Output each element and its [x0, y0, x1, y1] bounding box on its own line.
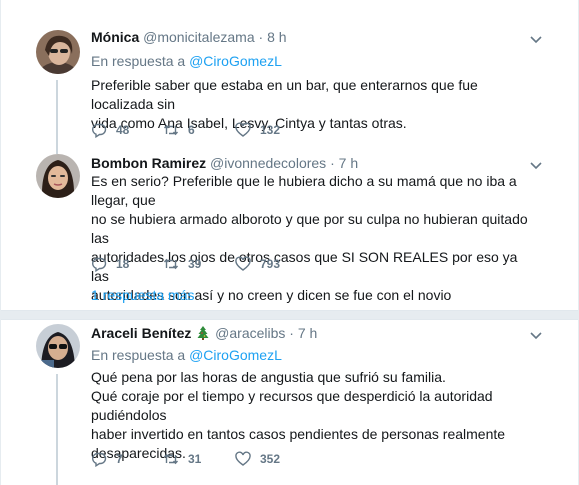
like-button[interactable]: 132	[235, 122, 307, 138]
tweet-actions: 48 6 132	[91, 120, 307, 140]
reply-prefix: En respuesta a	[91, 347, 186, 363]
timestamp[interactable]: 8 h	[267, 29, 286, 45]
like-button[interactable]: 352	[235, 451, 307, 467]
separator-dot: ·	[289, 325, 294, 341]
chevron-down-icon[interactable]	[530, 332, 542, 340]
thread-line	[56, 80, 58, 150]
like-count: 793	[260, 257, 281, 271]
timestamp[interactable]: 7 h	[298, 325, 317, 341]
christmas-tree-icon	[197, 326, 209, 340]
retweet-button[interactable]: 6	[163, 122, 235, 138]
thread-line	[56, 374, 58, 485]
retweet-icon	[163, 124, 179, 136]
tweet-line: Qué coraje por el tiempo y recursos que …	[91, 388, 493, 423]
tweet-line: Qué pena por las horas de angustia que s…	[91, 369, 446, 385]
chevron-down-icon[interactable]	[530, 36, 542, 44]
reply-button[interactable]: 48	[91, 122, 163, 138]
reply-button[interactable]: 7	[91, 451, 163, 467]
reply-count: 48	[116, 123, 130, 137]
separator-dot: ·	[258, 29, 264, 45]
reply-icon	[92, 452, 107, 467]
tweet-header: Bombon Ramirez @ivonnedecolores · 7 h	[91, 154, 358, 172]
like-icon	[235, 451, 251, 466]
reply-count: 7	[116, 452, 123, 466]
tweet-actions: 7 31 352	[91, 449, 307, 469]
conversation-divider	[1, 310, 578, 320]
retweet-icon	[163, 453, 179, 465]
reply-to-link[interactable]: @CiroGomezL	[189, 347, 282, 363]
tweet-line: Preferible saber que estaba en un bar, q…	[91, 77, 478, 112]
display-name[interactable]: Bombon Ramirez	[91, 155, 206, 171]
avatar[interactable]	[36, 154, 80, 198]
like-count: 132	[260, 123, 281, 137]
like-button[interactable]: 793	[235, 256, 307, 272]
handle[interactable]: @aracelibs	[215, 325, 285, 341]
reply-icon	[92, 123, 107, 138]
retweet-count: 6	[188, 123, 195, 137]
retweet-button[interactable]: 39	[163, 256, 235, 272]
tweet-actions: 18 39 793	[91, 254, 307, 274]
reply-prefix: En respuesta a	[91, 53, 186, 69]
tweet-line: haber invertido en tantos casos pendient…	[91, 426, 506, 442]
timestamp[interactable]: 7 h	[339, 155, 358, 171]
tweet-line: no se hubiera armado alboroto y que por …	[91, 211, 528, 246]
separator-dot: ·	[330, 155, 335, 171]
chevron-down-icon[interactable]	[530, 162, 542, 170]
reply-context: En respuesta a @CiroGomezL	[91, 52, 282, 70]
show-more-replies-link[interactable]: 1 respuesta más	[91, 286, 195, 304]
tweet-araceli[interactable]: Araceli Benítez @aracelibs · 7 h En resp…	[1, 320, 578, 485]
tweet-bombon[interactable]: Bombon Ramirez @ivonnedecolores · 7 h Es…	[1, 150, 578, 310]
like-icon	[235, 122, 251, 137]
reply-count: 18	[116, 257, 130, 271]
reply-to-link[interactable]: @CiroGomezL	[189, 53, 282, 69]
avatar[interactable]	[36, 30, 80, 74]
retweet-icon	[163, 258, 179, 270]
like-icon	[235, 256, 251, 271]
tweet-header: Araceli Benítez @aracelibs · 7 h	[91, 324, 317, 342]
reply-icon	[92, 257, 107, 272]
reply-button[interactable]: 18	[91, 256, 163, 272]
handle[interactable]: @monicitalezama	[143, 29, 254, 45]
like-count: 352	[260, 452, 281, 466]
tweet-line: Es en serio? Preferible que le hubiera d…	[91, 173, 517, 208]
reply-context: En respuesta a @CiroGomezL	[91, 346, 282, 364]
tweet-feed: Mónica @monicitalezama · 8 h En respuest…	[0, 0, 579, 485]
tweet-monica[interactable]: Mónica @monicitalezama · 8 h En respuest…	[1, 0, 578, 150]
display-name[interactable]: Mónica	[91, 29, 139, 45]
handle[interactable]: @ivonnedecolores	[210, 155, 326, 171]
retweet-count: 39	[188, 257, 202, 271]
display-name[interactable]: Araceli Benítez	[91, 325, 191, 341]
retweet-button[interactable]: 31	[163, 451, 235, 467]
retweet-count: 31	[188, 452, 202, 466]
avatar[interactable]	[36, 324, 80, 368]
tweet-header: Mónica @monicitalezama · 8 h	[91, 28, 287, 46]
